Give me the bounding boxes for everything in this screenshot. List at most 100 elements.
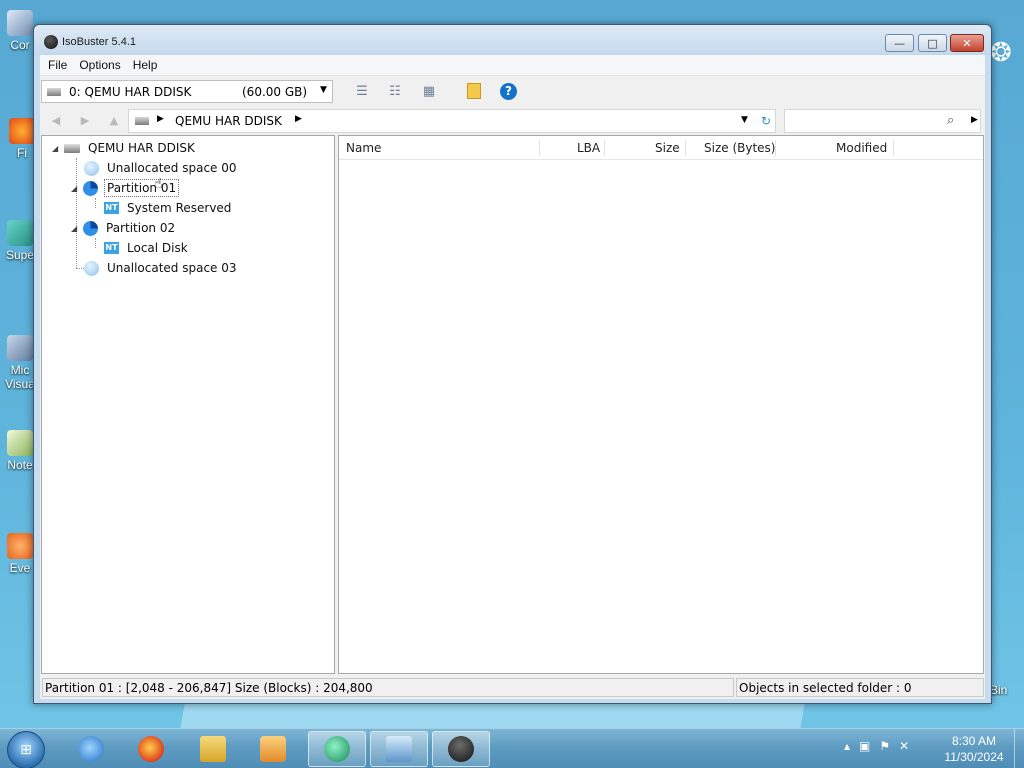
close-button[interactable]: ✕ (950, 34, 984, 52)
menu-bar: File Options Help (40, 55, 985, 75)
recycle-bin-label[interactable]: Bin (990, 683, 1007, 697)
list-view-icon[interactable]: ☰ (354, 84, 370, 100)
drive-selector[interactable]: 0: QEMU HAR DDISK (60.00 GB) ▼ (41, 80, 333, 103)
search-icon[interactable]: ⌕ (947, 113, 954, 128)
tree-item-unallocated-03[interactable]: Unallocated space 03 (84, 258, 239, 278)
up-icon[interactable]: ▲ (107, 114, 121, 128)
breadcrumb-path[interactable]: QEMU HAR DDISK (175, 114, 282, 128)
tree-item-label: Unallocated space 03 (107, 261, 237, 275)
column-header-modified[interactable]: Modified (836, 141, 887, 155)
unallocated-space-icon (84, 260, 99, 276)
app-icon (324, 736, 350, 762)
tree-item-label: Local Disk (127, 241, 188, 255)
tree-item-label: Unallocated space 00 (107, 161, 237, 175)
column-header-lba[interactable]: LBA (577, 141, 600, 155)
tree-item-label: System Reserved (127, 201, 232, 215)
media-player-icon (260, 736, 286, 762)
taskbar-firefox[interactable] (122, 731, 180, 767)
show-hidden-icons-icon[interactable]: ▴ (844, 739, 850, 753)
menu-help[interactable]: Help (127, 58, 164, 72)
taskbar-explorer[interactable] (184, 731, 242, 767)
tree-connector (95, 238, 96, 248)
tree-item-local-disk[interactable]: NT Local Disk (104, 238, 190, 258)
system-tray: ▴ ▣ ⚑ ✕ (844, 739, 909, 753)
visual-studio-icon (7, 335, 33, 361)
tree-item-label: QEMU HAR DDISK (88, 141, 195, 155)
app-icon (7, 220, 33, 246)
column-divider[interactable] (893, 140, 894, 156)
breadcrumb[interactable]: ▶ QEMU HAR DDISK ▶ ▼ ↻ (128, 109, 776, 133)
taskbar-internet-explorer[interactable] (62, 731, 120, 767)
network-icon[interactable]: ▣ (859, 739, 870, 753)
toolbar: 0: QEMU HAR DDISK (60.00 GB) ▼ ☰ ☷ ▦ ? (40, 75, 985, 105)
tree-item-unallocated-00[interactable]: Unallocated space 00 (84, 158, 239, 178)
back-icon[interactable]: ◀ (49, 114, 63, 128)
start-button[interactable]: ⊞ (7, 731, 45, 768)
internet-explorer-icon (78, 736, 104, 762)
computer-icon (7, 10, 33, 36)
tree-item-label: Partition 02 (106, 221, 176, 235)
volume-muted-icon[interactable]: ✕ (899, 739, 909, 753)
taskbar: ⊞ ▴ ▣ ⚑ ✕ 8:30 AM 11/30/2024 (0, 728, 1024, 768)
drive-name: 0: QEMU HAR DDISK (69, 85, 192, 99)
column-divider[interactable] (539, 140, 540, 156)
clock[interactable]: 8:30 AM 11/30/2024 (938, 733, 1010, 765)
details-view-icon[interactable]: ☷ (387, 84, 403, 100)
partition-icon (83, 220, 98, 236)
action-center-flag-icon[interactable]: ⚑ (879, 739, 890, 753)
hard-disk-icon (47, 88, 61, 96)
refresh-icon[interactable]: ↻ (761, 114, 771, 128)
window-client-area: File Options Help 0: QEMU HAR DDISK (60.… (40, 55, 985, 699)
status-selection-info: Partition 01 : [2,048 - 206,847] Size (B… (42, 678, 734, 697)
minimize-button[interactable]: — (885, 34, 914, 52)
forward-icon[interactable]: ▶ (78, 114, 92, 128)
expander-icon[interactable]: ◢ (71, 224, 83, 233)
tree-item-system-reserved[interactable]: NT System Reserved (104, 198, 233, 218)
column-divider[interactable] (685, 140, 686, 156)
breadcrumb-separator-icon[interactable]: ▶ (157, 114, 164, 124)
hard-disk-icon (135, 117, 149, 125)
title-bar[interactable]: IsoBuster 5.4.1 — □ ✕ (34, 25, 991, 55)
breadcrumb-separator-icon[interactable]: ▶ (295, 114, 302, 124)
show-desktop-button[interactable] (1014, 729, 1024, 768)
tree-connector (76, 158, 77, 268)
column-header-size-bytes[interactable]: Size (Bytes) (704, 141, 775, 155)
firefox-icon (9, 118, 35, 144)
chevron-down-icon[interactable]: ▼ (741, 115, 748, 125)
help-icon[interactable]: ? (500, 83, 517, 100)
column-header-name[interactable]: Name (346, 141, 381, 155)
grid-view-icon[interactable]: ▦ (421, 84, 437, 100)
hard-disk-icon (64, 143, 80, 153)
search-options-icon[interactable]: ▶ (971, 115, 978, 125)
taskbar-app-green[interactable] (308, 731, 366, 767)
column-divider[interactable] (775, 140, 776, 156)
tree-item-partition-02[interactable]: ◢ Partition 02 (71, 218, 177, 238)
file-list-pane[interactable]: Name LBA Size Size (Bytes) Modified (338, 135, 984, 674)
search-input[interactable]: ⌕ ▶ (784, 109, 981, 133)
taskbar-media-player[interactable] (244, 731, 302, 767)
column-header-size[interactable]: Size (655, 141, 680, 155)
unallocated-space-icon (84, 160, 99, 176)
tree-connector (95, 198, 96, 208)
filesystem-icon: NT (104, 242, 119, 254)
tree-item-root[interactable]: ◢ QEMU HAR DDISK (52, 138, 197, 158)
status-object-count: Objects in selected folder : 0 (736, 678, 984, 697)
menu-options[interactable]: Options (73, 58, 126, 72)
taskbar-control-panel[interactable] (370, 731, 428, 767)
taskbar-isobuster[interactable] (432, 731, 490, 767)
clock-time: 8:30 AM (951, 734, 997, 748)
status-bar: Partition 01 : [2,048 - 206,847] Size (B… (40, 676, 985, 698)
expander-icon[interactable]: ◢ (71, 184, 83, 193)
folder-extract-icon[interactable] (467, 83, 481, 99)
maximize-button[interactable]: □ (918, 34, 947, 52)
chevron-down-icon[interactable]: ▼ (320, 85, 327, 95)
raccoon-icon[interactable]: ❂ (990, 36, 1024, 70)
filesystem-icon: NT (104, 202, 119, 214)
notepad-icon (7, 430, 33, 456)
column-divider[interactable] (604, 140, 605, 156)
menu-file[interactable]: File (42, 58, 73, 72)
tree-pane[interactable]: ◢ QEMU HAR DDISK Unallocated space 00 ◢ … (41, 135, 335, 674)
expander-icon[interactable]: ◢ (52, 144, 64, 153)
isobuster-window: IsoBuster 5.4.1 — □ ✕ File Options Help … (33, 24, 992, 704)
isobuster-app-icon (44, 35, 58, 49)
